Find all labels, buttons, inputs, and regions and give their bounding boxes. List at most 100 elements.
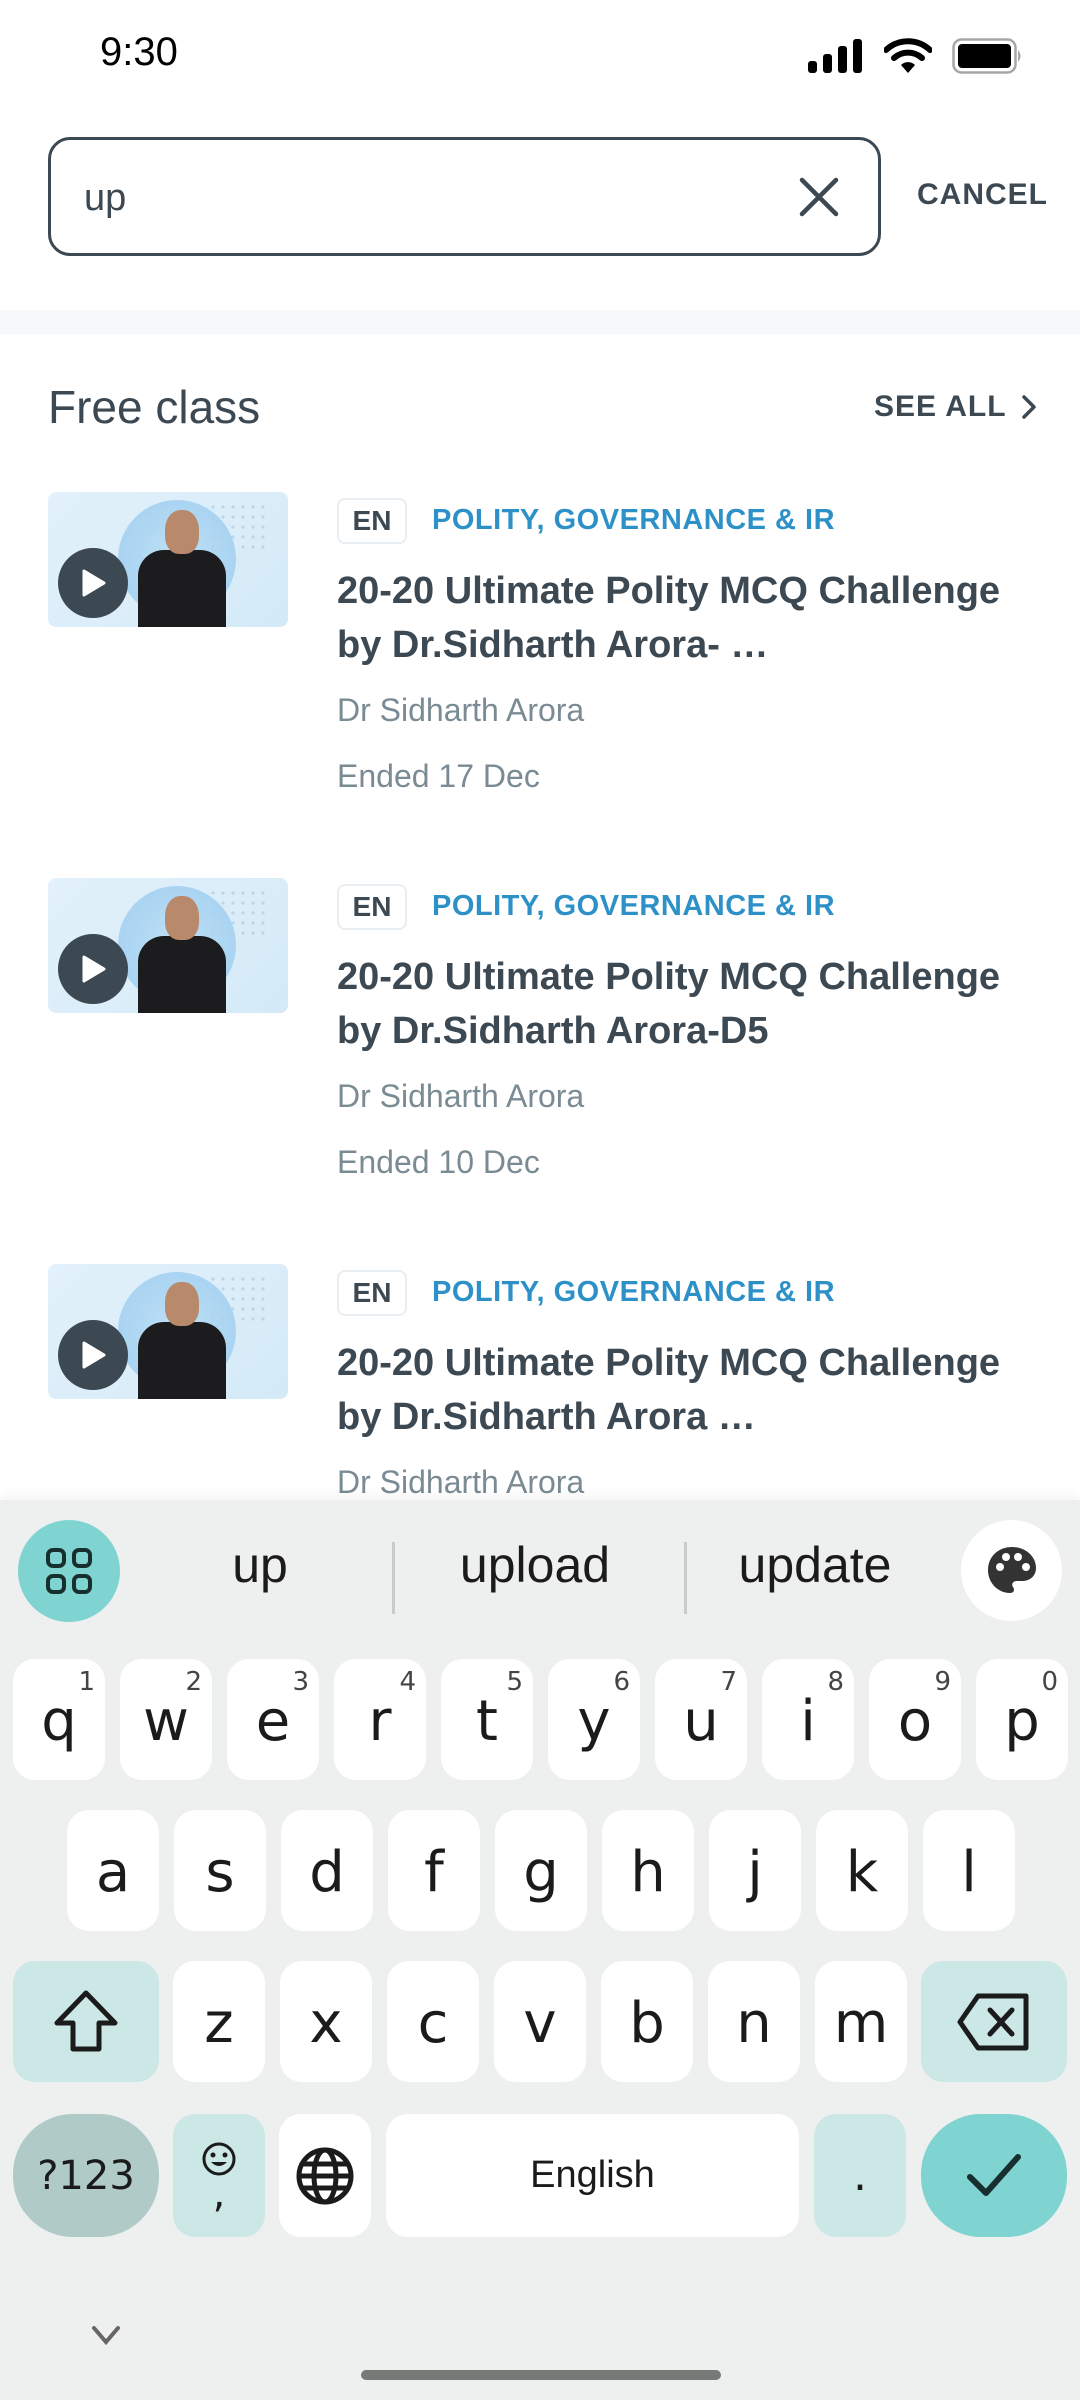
key[interactable]: a	[67, 1810, 159, 1931]
backspace-icon	[957, 1993, 1029, 2050]
key[interactable]: u7	[655, 1659, 747, 1780]
key[interactable]: p0	[976, 1659, 1068, 1780]
key[interactable]: w2	[120, 1659, 212, 1780]
key-hint: 4	[399, 1667, 416, 1697]
key[interactable]: r4	[334, 1659, 426, 1780]
suggestion-item[interactable]: upload	[420, 1536, 650, 1606]
suggestion-item[interactable]: update	[700, 1536, 930, 1606]
key-hint: 5	[506, 1667, 523, 1697]
key[interactable]: m	[815, 1961, 907, 2082]
play-icon[interactable]	[58, 1320, 128, 1390]
key[interactable]: c	[387, 1961, 479, 2082]
backspace-key[interactable]	[921, 1961, 1067, 2082]
key-letter: p	[1004, 1689, 1040, 1754]
key-letter: e	[255, 1689, 291, 1754]
instructor-image	[138, 936, 226, 1013]
keyboard-apps-button[interactable]	[18, 1520, 120, 1622]
play-icon[interactable]	[58, 548, 128, 618]
home-indicator[interactable]	[361, 2370, 721, 2380]
key[interactable]: y6	[548, 1659, 640, 1780]
battery-icon	[952, 38, 1021, 74]
search-box	[48, 137, 881, 256]
key-letter: d	[309, 1840, 345, 1905]
key-hint: 1	[78, 1667, 95, 1697]
key-letter: v	[523, 1991, 557, 2056]
section-title: Free class	[48, 381, 261, 433]
keyboard-collapse-icon[interactable]	[88, 2320, 124, 2350]
key-letter: f	[424, 1840, 444, 1905]
key[interactable]: q1	[13, 1659, 105, 1780]
shift-key[interactable]	[13, 1961, 159, 2082]
key[interactable]: s	[174, 1810, 266, 1931]
class-card[interactable]: EN POLITY, GOVERNANCE & IR 20-20 Ultimat…	[0, 492, 1080, 822]
key-hint: 8	[827, 1667, 844, 1697]
instructor-image	[138, 1322, 226, 1399]
signal-icon	[808, 39, 862, 73]
see-all-button[interactable]: SEE ALL	[874, 390, 1037, 424]
key[interactable]: j	[709, 1810, 801, 1931]
key-letter: c	[417, 1991, 449, 2056]
keyboard-theme-button[interactable]	[961, 1520, 1062, 1621]
space-key[interactable]: English	[386, 2114, 799, 2237]
key-letter: y	[577, 1689, 611, 1754]
suggestion-item[interactable]: up	[160, 1536, 360, 1606]
key[interactable]: v	[494, 1961, 586, 2082]
play-icon[interactable]	[58, 934, 128, 1004]
key-letter: m	[833, 1991, 889, 2056]
class-title: 20-20 Ultimate Polity MCQ Challenge by D…	[337, 570, 1001, 666]
key-letter: k	[845, 1840, 879, 1905]
enter-key[interactable]	[921, 2114, 1067, 2237]
checkmark-icon	[967, 2153, 1021, 2196]
category-label: POLITY, GOVERNANCE & IR	[432, 504, 836, 536]
key[interactable]: t5	[441, 1659, 533, 1780]
language-key[interactable]	[279, 2114, 371, 2237]
class-author: Dr Sidharth Arora	[337, 1464, 585, 1500]
key-hint: 9	[934, 1667, 951, 1697]
language-badge: EN	[337, 498, 407, 544]
key[interactable]: x	[280, 1961, 372, 2082]
key[interactable]: g	[495, 1810, 587, 1931]
key[interactable]: z	[173, 1961, 265, 2082]
key-letter: z	[204, 1991, 234, 2056]
key[interactable]: i8	[762, 1659, 854, 1780]
search-input[interactable]	[84, 168, 784, 228]
cancel-button[interactable]: CANCEL	[917, 178, 1048, 212]
key-letter: j	[747, 1840, 763, 1905]
key-letter: g	[523, 1840, 559, 1905]
soft-keyboard: up upload update	[0, 1500, 1080, 2400]
key[interactable]: b	[601, 1961, 693, 2082]
key[interactable]: k	[816, 1810, 908, 1931]
symbols-key[interactable]: ?123	[13, 2114, 159, 2237]
key[interactable]: f	[388, 1810, 480, 1931]
class-thumbnail	[48, 1264, 288, 1399]
key[interactable]: l	[923, 1810, 1015, 1931]
category-label: POLITY, GOVERNANCE & IR	[432, 890, 836, 922]
key[interactable]: h	[602, 1810, 694, 1931]
class-author: Dr Sidharth Arora	[337, 692, 585, 728]
key-hint: 0	[1041, 1667, 1058, 1697]
key-letter: t	[476, 1689, 498, 1754]
key[interactable]: d	[281, 1810, 373, 1931]
key-hint: 7	[720, 1667, 737, 1697]
key-letter: u	[683, 1689, 719, 1754]
key-letter: i	[800, 1689, 816, 1754]
close-icon[interactable]	[796, 174, 842, 220]
key-letter: r	[368, 1689, 392, 1754]
class-date: Ended 10 Dec	[337, 1144, 540, 1180]
period-key[interactable]: .	[814, 2114, 906, 2237]
key-letter: s	[205, 1840, 235, 1905]
suggestion-divider	[392, 1542, 395, 1614]
emoji-comma-key[interactable]: ,	[173, 2114, 265, 2237]
shift-icon	[54, 1990, 118, 2051]
class-thumbnail	[48, 492, 288, 627]
chevron-right-icon	[1021, 395, 1036, 419]
language-badge: EN	[337, 884, 407, 930]
key-hint: 6	[613, 1667, 630, 1697]
key[interactable]: n	[708, 1961, 800, 2082]
key[interactable]: e3	[227, 1659, 319, 1780]
key[interactable]: o9	[869, 1659, 961, 1780]
class-author: Dr Sidharth Arora	[337, 1078, 585, 1114]
status-icons	[808, 38, 1024, 74]
class-card[interactable]: EN POLITY, GOVERNANCE & IR 20-20 Ultimat…	[0, 878, 1080, 1208]
key-letter: b	[629, 1991, 665, 2056]
